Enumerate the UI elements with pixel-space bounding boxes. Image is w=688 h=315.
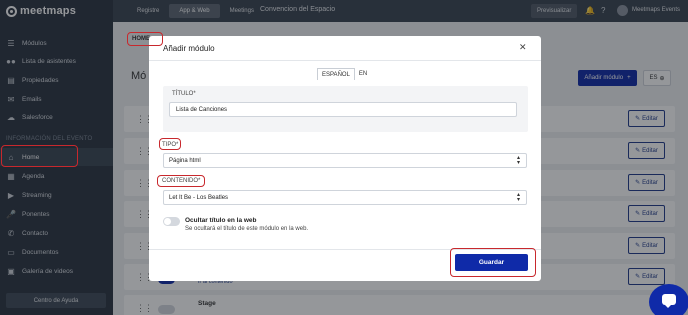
tab-en[interactable]: EN [355,68,371,80]
title-input[interactable]: Lista de Canciones [169,102,517,117]
tipo-select[interactable]: Página html ▴ ▾ [163,153,527,168]
annotation-home-tab [127,32,163,46]
close-icon[interactable]: ✕ [519,42,527,53]
annotation-home-sidebar [1,145,78,167]
sort-arrows-icon: ▴ ▾ [516,192,520,203]
dialog-title: Añadir módulo [163,44,215,53]
language-tabs: ESPAÑOL EN [317,68,371,80]
annotation-tipo [159,138,181,150]
annotation-contenido [157,175,205,187]
sort-arrows-icon: ▴ ▾ [516,155,520,166]
contenido-select[interactable]: Let It Be - Los Beatles ▴ ▾ [163,190,527,205]
tab-espanol[interactable]: ESPAÑOL [317,68,355,80]
hide-title-toggle[interactable] [163,217,180,226]
hide-title-label: Ocultar título en la web [185,217,257,224]
annotation-save [450,248,536,277]
add-module-dialog: Añadir módulo ✕ ESPAÑOL EN TÍTULO* Lista… [127,32,541,281]
title-label: TÍTULO* [172,91,196,97]
chat-icon [662,293,676,308]
chat-launcher[interactable] [649,284,688,315]
divider [149,60,541,61]
hide-title-description: Se ocultará el título de este módulo en … [185,226,309,232]
